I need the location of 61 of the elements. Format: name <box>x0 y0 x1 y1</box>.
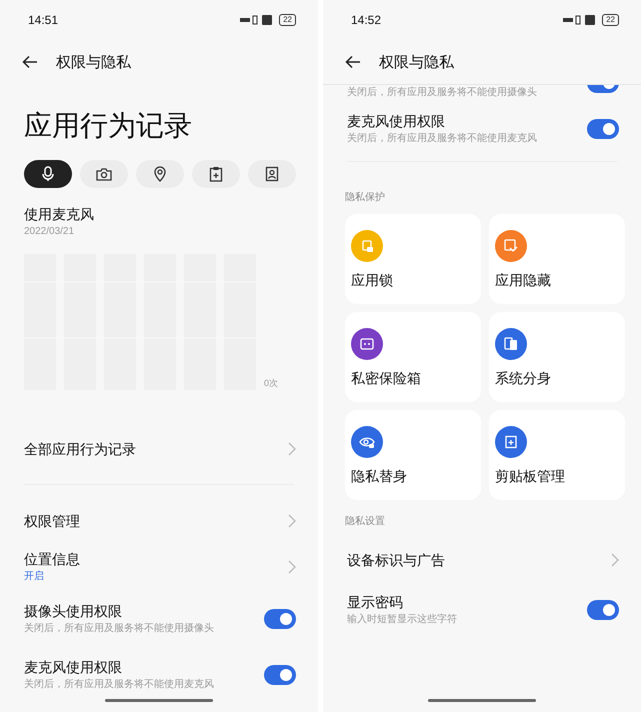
setting-title: 摄像头使用权限 <box>24 602 123 621</box>
chevron-icon <box>288 560 296 574</box>
feature-card[interactable]: 应用隐藏 <box>489 214 625 304</box>
setting-description: 输入时短暂显示这些字符 <box>347 612 457 627</box>
status-time: 14:51 <box>28 13 58 27</box>
toggle-switch[interactable] <box>587 119 619 139</box>
axis-label: 0次 <box>264 377 278 390</box>
toggle-switch[interactable] <box>587 600 619 620</box>
battery-level: 22 <box>279 14 296 26</box>
signal-icons <box>240 15 274 25</box>
list-item-title[interactable]: 权限管理 <box>24 511 80 531</box>
setting-description: 关闭后，所有应用及服务将不能使用摄像头 <box>24 622 214 636</box>
clipboard-icon <box>209 166 223 182</box>
feature-label: 应用锁 <box>351 272 393 290</box>
header-title: 权限与隐私 <box>379 52 454 72</box>
battery-level: 22 <box>602 14 619 26</box>
feature-card[interactable]: 隐私替身 <box>345 410 481 500</box>
feature-label: 剪贴板管理 <box>495 468 565 486</box>
status-time: 14:52 <box>351 13 382 27</box>
contact-card-icon <box>265 166 279 182</box>
signal-icons <box>563 15 598 25</box>
back-arrow-icon[interactable] <box>22 55 38 69</box>
list-item-title[interactable]: 位置信息 <box>24 549 80 569</box>
location-pin-icon <box>153 166 167 182</box>
toggle-switch[interactable] <box>264 609 296 629</box>
usage-date: 2022/03/21 <box>24 225 76 239</box>
setting-title: 麦克风使用权限 <box>24 658 123 677</box>
dual-window-icon <box>502 335 520 353</box>
header-title: 权限与隐私 <box>56 52 131 72</box>
usage-title: 使用麦克风 <box>24 205 95 224</box>
feature-card[interactable]: 剪贴板管理 <box>489 410 625 500</box>
status-text: 开启 <box>24 570 45 584</box>
list-item-title[interactable]: 设备标识与广告 <box>347 550 445 570</box>
toggle-switch[interactable] <box>264 665 296 685</box>
camera-icon <box>96 167 112 181</box>
section-label: 隐私保护 <box>344 190 386 205</box>
chevron-icon <box>611 553 619 567</box>
setting-description: 关闭后，所有应用及服务将不能使用摄像头 <box>347 86 537 100</box>
back-arrow-icon[interactable] <box>345 55 361 69</box>
chevron-icon <box>288 514 296 528</box>
feature-label: 私密保险箱 <box>351 370 421 388</box>
setting-description: 关闭后，所有应用及服务将不能使用麦克风 <box>347 132 537 146</box>
feature-label: 系统分身 <box>495 370 551 388</box>
filter-tab[interactable] <box>24 160 72 188</box>
feature-label: 应用隐藏 <box>495 272 551 290</box>
filter-tab[interactable] <box>192 160 240 188</box>
feature-card[interactable]: 系统分身 <box>489 312 625 402</box>
setting-title: 显示密码 <box>347 593 404 612</box>
setting-description: 关闭后，所有应用及服务将不能使用麦克风 <box>24 678 214 692</box>
feature-card[interactable]: 应用锁 <box>345 214 481 304</box>
feature-card[interactable]: 私密保险箱 <box>345 312 481 402</box>
chevron-icon <box>288 442 296 456</box>
filter-tab[interactable] <box>80 160 128 188</box>
list-item-title[interactable]: 全部应用行为记录 <box>24 439 136 459</box>
filter-tab[interactable] <box>248 160 296 188</box>
section-label: 隐私设置 <box>344 514 386 529</box>
feature-label: 隐私替身 <box>351 468 407 486</box>
microphone-icon <box>41 166 55 182</box>
page-title: 应用行为记录 <box>24 109 193 143</box>
setting-title: 麦克风使用权限 <box>347 112 446 131</box>
filter-tab[interactable] <box>136 160 184 188</box>
